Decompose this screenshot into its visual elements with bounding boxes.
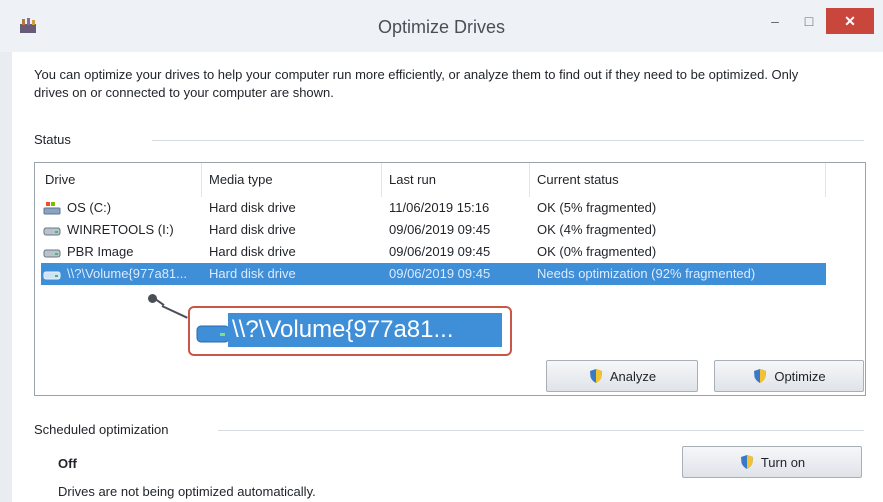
minimize-button[interactable]: – — [758, 8, 792, 34]
scheduled-section-label: Scheduled optimization — [34, 422, 169, 437]
drive-status: Needs optimization (92% fragmented) — [537, 266, 756, 281]
drive-last-run: 11/06/2019 15:16 — [389, 200, 490, 215]
column-header-last-run[interactable]: Last run — [389, 172, 436, 187]
optimize-button[interactable]: Optimize — [714, 360, 864, 392]
drive-status: OK (0% fragmented) — [537, 244, 657, 259]
column-divider — [529, 163, 530, 197]
drive-name: PBR Image — [67, 244, 134, 259]
drive-row[interactable]: PBR Image Hard disk drive 09/06/2019 09:… — [41, 241, 826, 263]
drive-last-run: 09/06/2019 09:45 — [389, 266, 491, 281]
drive-media-type: Hard disk drive — [209, 266, 296, 281]
drive-media-type: Hard disk drive — [209, 222, 296, 237]
schedule-state: Off — [58, 456, 77, 471]
column-divider — [825, 163, 826, 197]
optimize-drives-window: Optimize Drives – □ ✕ You can optimize y… — [0, 0, 883, 502]
drive-name: OS (C:) — [67, 200, 112, 215]
analyze-label: Analyze — [609, 368, 657, 384]
uac-shield-icon — [740, 455, 753, 469]
drive-row[interactable]: OS (C:) Hard disk drive 11/06/2019 15:16… — [41, 197, 826, 219]
drive-media-type: Hard disk drive — [209, 200, 296, 215]
hard-drive-icon — [43, 271, 61, 280]
drive-last-run: 09/06/2019 09:45 — [389, 222, 491, 237]
uac-shield-icon — [589, 369, 602, 383]
selected-drive-zoom-callout: \\?\Volume{977a81... — [188, 306, 512, 356]
scheduled-divider — [218, 430, 864, 431]
column-header-current-status[interactable]: Current status — [537, 172, 619, 187]
column-divider — [381, 163, 382, 197]
turn-on-button[interactable]: Turn on — [682, 446, 862, 478]
hard-drive-icon — [43, 227, 61, 236]
close-button[interactable]: ✕ — [826, 8, 874, 34]
drive-status: OK (5% fragmented) — [537, 200, 657, 215]
drive-name: \\?\Volume{977a81... — [67, 266, 187, 281]
window-title: Optimize Drives — [377, 17, 506, 37]
column-header-media-type[interactable]: Media type — [209, 172, 273, 187]
optimize-label: Optimize — [774, 368, 826, 384]
status-divider — [152, 140, 864, 141]
title-bar: Optimize Drives – □ ✕ — [0, 0, 883, 52]
system-drive-icon — [43, 202, 61, 215]
intro-text: You can optimize your drives to help you… — [34, 67, 799, 100]
drive-row[interactable]: WINRETOOLS (I:) Hard disk drive 09/06/20… — [41, 219, 826, 241]
drive-last-run: 09/06/2019 09:45 — [389, 244, 491, 259]
column-divider — [201, 163, 202, 197]
schedule-description: Drives are not being optimized automatic… — [58, 484, 316, 499]
hard-drive-icon — [43, 249, 61, 258]
uac-shield-icon — [754, 369, 767, 383]
drive-media-type: Hard disk drive — [209, 244, 296, 259]
hard-drive-icon — [196, 325, 230, 343]
drives-list-header: Drive Media type Last run Current status — [35, 163, 865, 197]
drive-row-selected[interactable]: \\?\Volume{977a81... Hard disk drive 09/… — [41, 263, 826, 285]
drive-name: WINRETOOLS (I:) — [67, 222, 174, 237]
maximize-button[interactable]: □ — [792, 8, 826, 34]
callout-drive-name: \\?\Volume{977a81... — [228, 313, 502, 347]
column-header-drive[interactable]: Drive — [45, 172, 75, 187]
status-section-label: Status — [34, 132, 71, 147]
turn-on-label: Turn on — [760, 454, 806, 470]
content-panel: You can optimize your drives to help you… — [12, 52, 883, 502]
drive-status: OK (4% fragmented) — [537, 222, 657, 237]
analyze-button[interactable]: Analyze — [546, 360, 698, 392]
